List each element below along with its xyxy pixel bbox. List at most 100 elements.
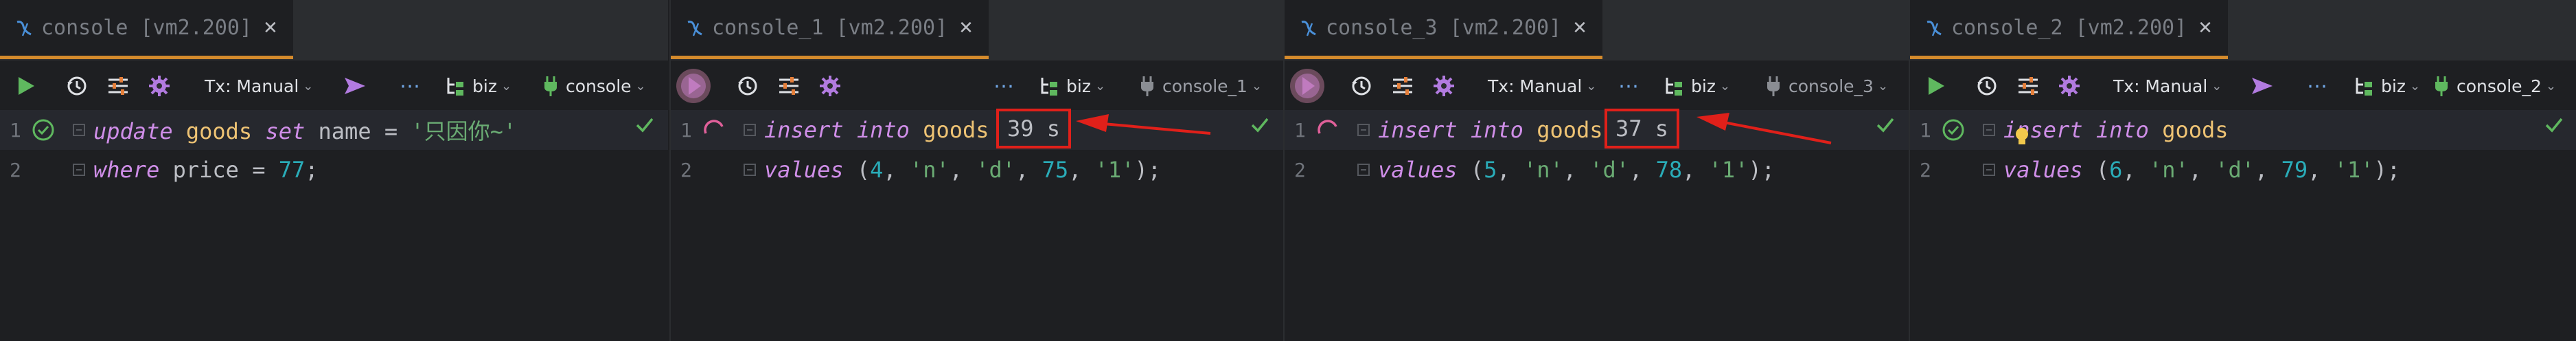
send-icon (2252, 78, 2273, 94)
code-text: values (5, 'n', 'd', 78, '1'); (1378, 157, 1775, 183)
spinner-icon (1318, 120, 1337, 134)
history-button[interactable] (1350, 62, 1372, 110)
code-token: goods (2162, 117, 2229, 143)
close-icon[interactable]: ✕ (958, 18, 974, 38)
session-dropdown[interactable]: console_3 ⌄ (1765, 62, 1888, 110)
code-token: , (2308, 157, 2334, 183)
code-token: '只因你~' (411, 118, 517, 144)
fold-icon[interactable] (744, 124, 756, 136)
session-dropdown[interactable]: console ⌄ (542, 62, 646, 110)
tab-console-3[interactable]: console_3 [vm2.200] ✕ (1285, 0, 1602, 59)
code-token: 78 (1655, 157, 1683, 183)
tab-console-1[interactable]: console_1 [vm2.200] ✕ (671, 0, 989, 59)
submit-button[interactable] (343, 62, 367, 110)
close-icon[interactable]: ✕ (2198, 18, 2213, 38)
gear-button[interactable] (819, 62, 841, 110)
code-token: , (1563, 157, 1590, 183)
plug-icon (1141, 76, 1153, 96)
line-number: 1 (1294, 118, 1306, 142)
schema-dropdown[interactable]: biz ⌄ (1039, 62, 1105, 110)
fold-icon[interactable] (1357, 164, 1370, 176)
more-button[interactable]: ⋯ (993, 62, 1014, 110)
code-text: insert into goods (764, 117, 989, 143)
more-button[interactable]: ⋯ (1618, 62, 1639, 110)
code-token: insert (764, 117, 844, 143)
code-token: goods (1537, 117, 1603, 143)
run-icon (1929, 77, 1944, 95)
database-icon (1301, 20, 1316, 36)
sql-editor[interactable]: 1 insert into goods 2 values (6, 'n', 'd… (1910, 110, 2576, 341)
more-button[interactable]: ⋯ (400, 62, 420, 110)
code-token: '1' (2334, 157, 2374, 183)
fold-icon[interactable] (1983, 124, 1995, 136)
stop-button[interactable] (1289, 62, 1326, 110)
settings-sliders-icon (1393, 77, 1412, 95)
check-circle-icon (1942, 119, 1964, 141)
gear-button[interactable] (1433, 62, 1455, 110)
code-token: values (1378, 157, 1458, 183)
code-token: 6 (2109, 157, 2123, 183)
stop-button[interactable] (675, 62, 712, 110)
code-token: price = (159, 157, 279, 183)
chevron-down-icon: ⌄ (1251, 78, 1263, 94)
tab-console[interactable]: console [vm2.200] ✕ (0, 0, 293, 59)
sql-editor[interactable]: 1 update goods set name = '只因你~' 2 where… (0, 110, 668, 341)
history-button[interactable] (737, 62, 759, 110)
schema-dropdown[interactable]: biz ⌄ (1664, 62, 1730, 110)
red-arrow (1697, 113, 1832, 144)
schema-icon (1041, 78, 1057, 96)
settings-sliders-button[interactable] (778, 62, 800, 110)
history-button[interactable] (66, 62, 88, 110)
fold-icon[interactable] (744, 164, 756, 176)
database-icon (16, 20, 32, 36)
run-button[interactable] (16, 62, 36, 110)
code-token: , (2122, 157, 2149, 183)
code-token: 'd' (976, 157, 1016, 183)
send-icon (345, 78, 365, 94)
settings-sliders-icon (108, 77, 128, 95)
settings-sliders-button[interactable] (107, 62, 129, 110)
fold-icon[interactable] (73, 164, 85, 176)
tx-mode-dropdown[interactable]: Tx: Manual ⌄ (205, 62, 313, 110)
session-dropdown[interactable]: console_2 ⌄ (2433, 62, 2556, 110)
run-button[interactable] (1927, 62, 1946, 110)
settings-sliders-icon (2019, 77, 2038, 95)
plug-icon (2435, 76, 2448, 96)
code-token: goods (923, 117, 989, 143)
close-icon[interactable]: ✕ (263, 18, 278, 38)
code-token: , (1497, 157, 1523, 183)
close-icon[interactable]: ✕ (1572, 18, 1587, 38)
schema-label: biz (1691, 76, 1716, 96)
tx-mode-dropdown[interactable]: Tx: Manual ⌄ (1488, 62, 1596, 110)
more-button[interactable]: ⋯ (2307, 62, 2327, 110)
gear-button[interactable] (148, 62, 170, 110)
gear-button[interactable] (2058, 62, 2080, 110)
schema-dropdown[interactable]: biz ⌄ (445, 62, 511, 110)
tab-title: console_1 [vm2.200] (712, 16, 948, 40)
history-button[interactable] (1976, 62, 1998, 110)
settings-sliders-button[interactable] (1392, 62, 1414, 110)
code-line: 2 values (6, 'n', 'd', 79, '1'); (1910, 150, 2576, 190)
fold-icon[interactable] (1983, 164, 1995, 176)
chevron-down-icon: ⌄ (635, 78, 646, 94)
database-icon (687, 20, 702, 36)
tab-console-2[interactable]: console_2 [vm2.200] ✕ (1910, 0, 2228, 59)
code-token: ( (843, 157, 871, 183)
tab-bar: console [vm2.200] ✕ (0, 0, 668, 62)
tx-mode-label: Tx: Manual (1488, 76, 1583, 96)
more-icon: ⋯ (993, 74, 1014, 98)
schema-dropdown[interactable]: biz ⌄ (2354, 62, 2420, 110)
tx-mode-dropdown[interactable]: Tx: Manual ⌄ (2113, 62, 2222, 110)
checkmark-icon (2545, 118, 2563, 133)
bulb-icon[interactable] (2014, 126, 2029, 147)
console-1-pane: console_1 [vm2.200] ✕ ⋯ biz ⌄ console_1 ⌄ … (669, 0, 1283, 341)
history-icon (1352, 76, 1371, 96)
fold-icon[interactable] (1357, 124, 1370, 136)
session-dropdown[interactable]: console_1 ⌄ (1139, 62, 1262, 110)
tab-title: console_3 [vm2.200] (1326, 16, 1562, 40)
fold-icon[interactable] (73, 124, 85, 136)
submit-button[interactable] (2251, 62, 2274, 110)
settings-sliders-button[interactable] (2017, 62, 2039, 110)
